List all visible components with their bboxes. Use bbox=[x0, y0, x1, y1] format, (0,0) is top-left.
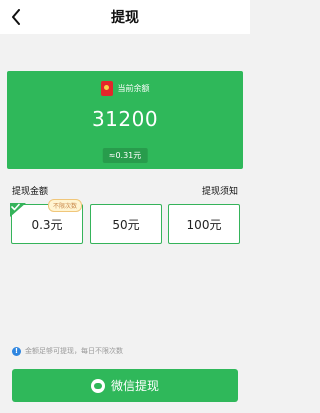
amount-label: 0.3元 bbox=[31, 217, 63, 232]
amount-options: 不限次数 0.3元 50元 100元 bbox=[10, 199, 241, 244]
wechat-withdraw-button[interactable]: 微信提现 bbox=[12, 369, 238, 402]
back-button[interactable] bbox=[6, 6, 26, 28]
amount-option-50[interactable]: 50元 bbox=[90, 204, 162, 244]
balance-label-row: 当前余额 bbox=[7, 81, 243, 96]
withdraw-tip: ! 金额足够可提现，每日不限次数 bbox=[12, 346, 123, 356]
chevron-left-icon bbox=[12, 9, 20, 25]
amount-option-100[interactable]: 100元 bbox=[168, 204, 240, 244]
rmb-equivalent: ≈0.31元 bbox=[102, 148, 148, 163]
balance-card: 当前余额 31200 ≈0.31元 bbox=[7, 71, 243, 169]
wechat-withdraw-label: 微信提现 bbox=[110, 379, 159, 393]
amount-label: 100元 bbox=[186, 217, 222, 232]
selected-check-icon bbox=[10, 203, 26, 217]
amount-label: 50元 bbox=[112, 217, 140, 232]
withdraw-section-header: 提现金额 提现须知 bbox=[12, 184, 238, 197]
wechat-icon bbox=[90, 378, 105, 393]
unlimited-badge: 不限次数 bbox=[48, 199, 83, 212]
withdraw-amount-label: 提现金额 bbox=[12, 187, 49, 197]
balance-label: 当前余额 bbox=[117, 84, 150, 93]
balance-value: 31200 bbox=[91, 107, 159, 131]
info-icon: ! bbox=[12, 346, 21, 356]
amount-option-0.3[interactable]: 不限次数 0.3元 bbox=[10, 199, 83, 244]
top-bar: 提现 bbox=[0, 0, 250, 34]
red-packet-icon bbox=[100, 81, 113, 96]
page-title: 提现 bbox=[111, 10, 139, 26]
withdraw-notice-link[interactable]: 提现须知 bbox=[202, 184, 238, 197]
tip-text: 金额足够可提现，每日不限次数 bbox=[25, 347, 123, 355]
